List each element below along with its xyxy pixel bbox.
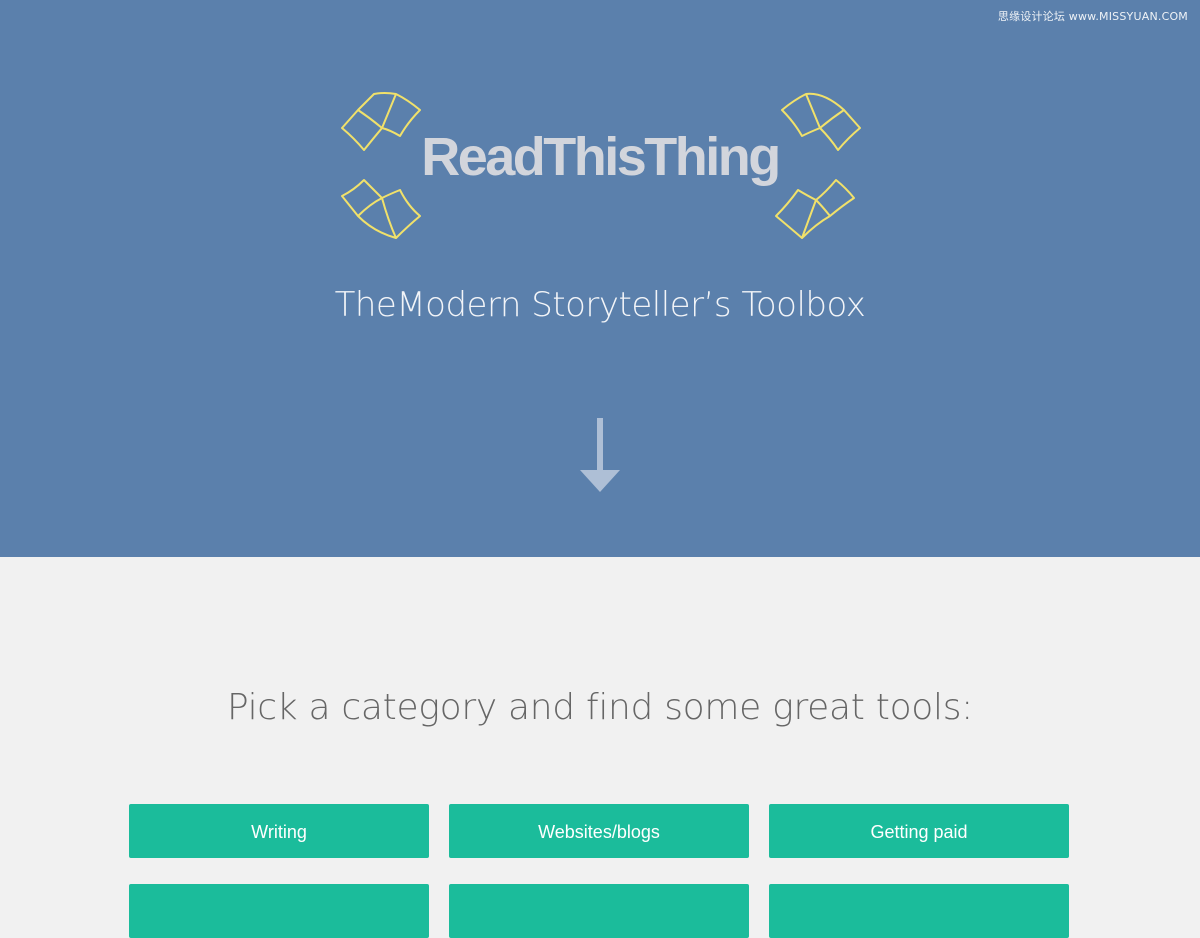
hero-section: 思缘设计论坛 www.MISSYUAN.COM ReadThisThing Th… — [0, 0, 1200, 557]
category-button-getting-paid[interactable]: Getting paid — [769, 804, 1069, 858]
arrow-down-icon[interactable] — [578, 418, 622, 492]
category-button[interactable] — [769, 884, 1069, 938]
category-button[interactable] — [449, 884, 749, 938]
logo[interactable]: ReadThisThing — [330, 80, 870, 255]
logo-wordmark: ReadThisThing — [421, 127, 781, 187]
category-button-writing[interactable]: Writing — [129, 804, 429, 858]
tagline: TheModern Storyteller’s Toolbox — [334, 285, 866, 325]
open-book-icon — [775, 179, 855, 239]
open-book-icon — [341, 179, 421, 239]
category-button-websites-blogs[interactable]: Websites/blogs — [449, 804, 749, 858]
section-heading: Pick a category and find some great tool… — [226, 687, 974, 728]
category-button[interactable] — [129, 884, 429, 938]
watermark: 思缘设计论坛 www.MISSYUAN.COM — [997, 10, 1188, 23]
